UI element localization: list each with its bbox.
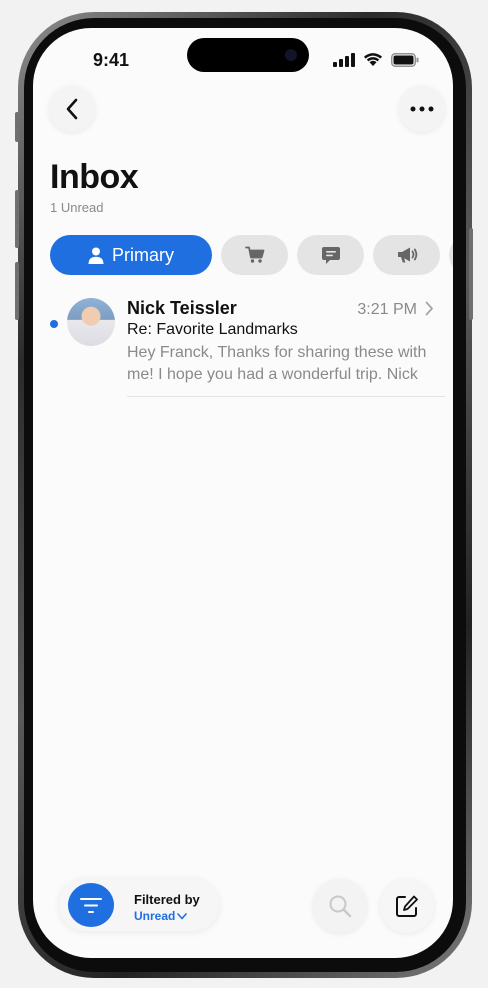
status-indicators <box>333 52 419 67</box>
action-button <box>15 112 19 142</box>
message-time: 3:21 PM <box>357 301 417 318</box>
cart-icon <box>244 246 264 263</box>
chevron-left-icon <box>66 98 78 120</box>
category-tabs: Primary <box>50 235 453 275</box>
tab-shopping[interactable] <box>221 235 288 275</box>
battery-icon <box>391 52 419 67</box>
message-icon <box>321 246 340 264</box>
tab-promotions[interactable] <box>449 235 453 275</box>
unread-indicator <box>50 320 58 328</box>
dynamic-island <box>187 38 309 72</box>
unread-count: 1 Unread <box>50 200 104 215</box>
message-preview: Hey Franck, Thanks for sharing these wit… <box>127 344 427 383</box>
filter-value[interactable]: Unread <box>134 909 188 923</box>
ellipsis-icon <box>410 106 434 112</box>
chevron-right-icon <box>425 301 433 316</box>
tab-updates[interactable] <box>373 235 440 275</box>
status-time: 9:41 <box>93 50 130 70</box>
tab-transactions[interactable] <box>297 235 364 275</box>
camera-icon <box>285 49 297 61</box>
tab-primary-label: Primary <box>112 244 174 265</box>
screen: 9:41 Inbox 1 Unread Primary Nick Teissle… <box>33 28 453 958</box>
filter-button[interactable] <box>68 883 114 927</box>
search-button[interactable] <box>313 879 367 933</box>
wifi-icon <box>364 53 382 66</box>
sender-avatar <box>67 298 115 346</box>
compose-icon <box>396 895 418 917</box>
cellular-signal-icon <box>333 52 355 67</box>
filter-icon <box>80 897 102 913</box>
person-icon <box>88 247 104 264</box>
sender-name: Nick Teissler <box>127 298 237 318</box>
message-row[interactable]: Nick Teissler 3:21 PM Re: Favorite Landm… <box>33 294 453 399</box>
volume-down-button <box>15 262 19 320</box>
back-button[interactable] <box>49 86 95 132</box>
power-button <box>469 228 473 320</box>
filter-value-label: Unread <box>134 909 176 923</box>
tab-primary[interactable]: Primary <box>50 235 212 275</box>
page-title: Inbox <box>50 158 139 196</box>
megaphone-icon <box>397 247 417 263</box>
compose-button[interactable] <box>380 879 434 933</box>
row-divider <box>127 396 445 397</box>
more-button[interactable] <box>399 86 445 132</box>
search-icon <box>329 895 352 918</box>
chevron-down-icon <box>177 912 188 919</box>
filter-control[interactable]: Filtered by Unread <box>59 879 219 931</box>
volume-up-button <box>15 190 19 248</box>
filter-title: Filtered by <box>134 892 200 907</box>
message-subject: Re: Favorite Landmarks <box>127 321 298 338</box>
